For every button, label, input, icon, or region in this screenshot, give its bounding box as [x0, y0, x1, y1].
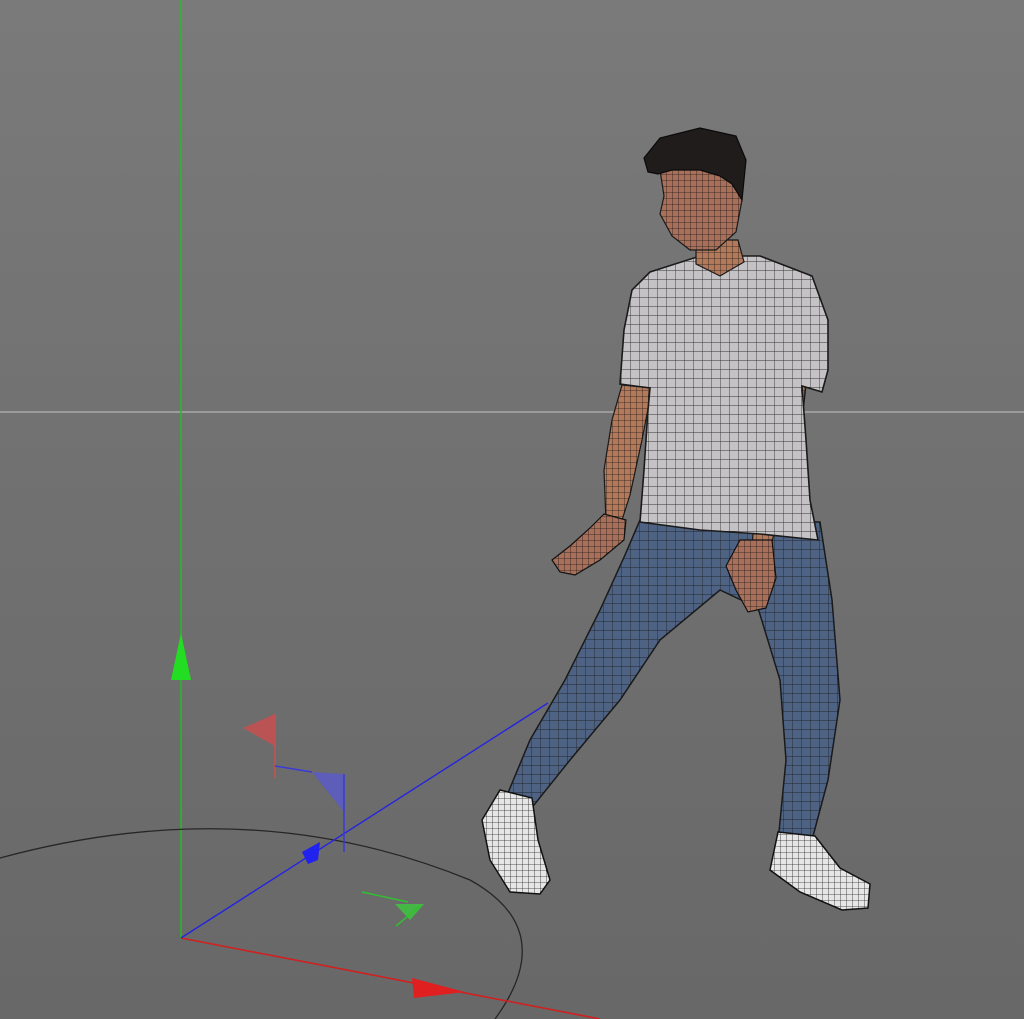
gizmo-x-axis[interactable]: [180, 937, 601, 1019]
move-z-arrow-icon[interactable]: [302, 842, 320, 864]
move-x-arrow-icon[interactable]: [412, 978, 465, 998]
plane-handle-icon[interactable]: [243, 714, 275, 746]
plane-handle-blue-icon[interactable]: [312, 772, 344, 812]
move-y-arrow-icon[interactable]: [171, 633, 191, 680]
viewport-scene[interactable]: [0, 0, 1024, 1019]
3d-viewport[interactable]: [0, 0, 1024, 1019]
human-mesh-icon[interactable]: [481, 127, 871, 911]
